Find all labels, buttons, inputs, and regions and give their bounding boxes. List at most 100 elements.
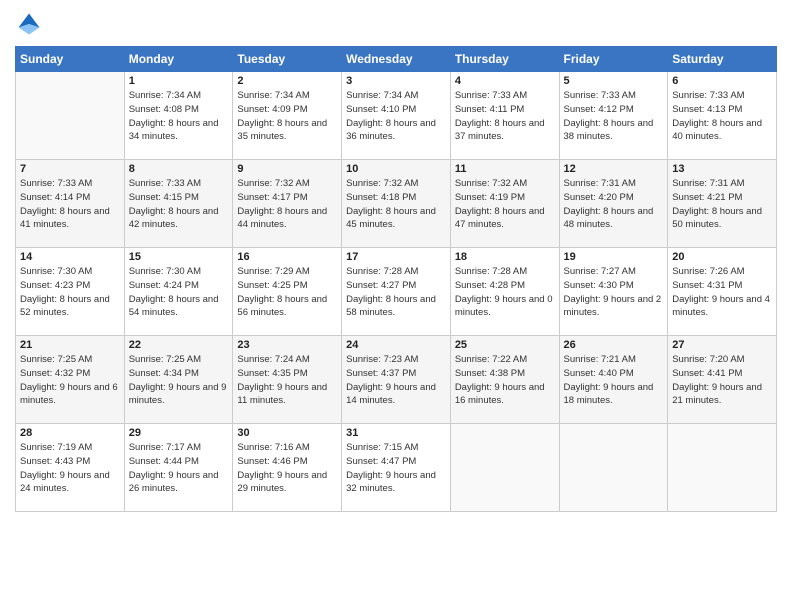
header	[15, 10, 777, 38]
page: SundayMondayTuesdayWednesdayThursdayFrid…	[0, 0, 792, 612]
day-number: 23	[237, 339, 337, 351]
day-number: 31	[346, 427, 446, 439]
cell-content: Sunrise: 7:17 AMSunset: 4:44 PMDaylight:…	[129, 441, 229, 496]
calendar-cell: 10 Sunrise: 7:32 AMSunset: 4:18 PMDayligh…	[342, 160, 451, 248]
day-number: 15	[129, 251, 229, 263]
cell-content: Sunrise: 7:33 AMSunset: 4:15 PMDaylight:…	[129, 177, 229, 232]
day-number: 1	[129, 75, 229, 87]
calendar-cell: 29 Sunrise: 7:17 AMSunset: 4:44 PMDayligh…	[124, 424, 233, 512]
day-number: 11	[455, 163, 555, 175]
calendar-cell: 20Sunrise: 7:26 AMSunset: 4:31 PMDayligh…	[668, 248, 777, 336]
calendar-cell: 30 Sunrise: 7:16 AMSunset: 4:46 PMDayligh…	[233, 424, 342, 512]
cell-content: Sunrise: 7:15 AMSunset: 4:47 PMDaylight:…	[346, 441, 446, 496]
calendar-cell: 22 Sunrise: 7:25 AMSunset: 4:34 PMDayligh…	[124, 336, 233, 424]
cell-content: Sunrise: 7:26 AMSunset: 4:31 PMDaylight:…	[672, 265, 772, 320]
cell-content: Sunrise: 7:28 AMSunset: 4:28 PMDaylight:…	[455, 265, 555, 320]
cell-content: Sunrise: 7:28 AMSunset: 4:27 PMDaylight:…	[346, 265, 446, 320]
logo	[15, 10, 47, 38]
calendar-cell: 19Sunrise: 7:27 AMSunset: 4:30 PMDayligh…	[559, 248, 668, 336]
cell-content: Sunrise: 7:30 AMSunset: 4:23 PMDaylight:…	[20, 265, 120, 320]
day-number: 2	[237, 75, 337, 87]
cell-content: Sunrise: 7:29 AMSunset: 4:25 PMDaylight:…	[237, 265, 337, 320]
day-number: 9	[237, 163, 337, 175]
calendar-cell	[668, 424, 777, 512]
calendar-cell: 9 Sunrise: 7:32 AMSunset: 4:17 PMDaylight…	[233, 160, 342, 248]
weekday-header-friday: Friday	[559, 47, 668, 72]
day-number: 22	[129, 339, 229, 351]
calendar-cell: 31 Sunrise: 7:15 AMSunset: 4:47 PMDayligh…	[342, 424, 451, 512]
calendar-cell: 21Sunrise: 7:25 AMSunset: 4:32 PMDayligh…	[16, 336, 125, 424]
day-number: 3	[346, 75, 446, 87]
calendar-cell: 3 Sunrise: 7:34 AMSunset: 4:10 PMDaylight…	[342, 72, 451, 160]
day-number: 26	[564, 339, 664, 351]
day-number: 17	[346, 251, 446, 263]
calendar-cell: 11Sunrise: 7:32 AMSunset: 4:19 PMDayligh…	[450, 160, 559, 248]
calendar: SundayMondayTuesdayWednesdayThursdayFrid…	[15, 46, 777, 512]
calendar-cell: 14 Sunrise: 7:30 AMSunset: 4:23 PMDayligh…	[16, 248, 125, 336]
cell-content: Sunrise: 7:30 AMSunset: 4:24 PMDaylight:…	[129, 265, 229, 320]
cell-content: Sunrise: 7:31 AMSunset: 4:21 PMDaylight:…	[672, 177, 772, 232]
calendar-cell: 15 Sunrise: 7:30 AMSunset: 4:24 PMDayligh…	[124, 248, 233, 336]
cell-content: Sunrise: 7:34 AMSunset: 4:08 PMDaylight:…	[129, 89, 229, 144]
day-number: 16	[237, 251, 337, 263]
day-number: 25	[455, 339, 555, 351]
calendar-cell: 17 Sunrise: 7:28 AMSunset: 4:27 PMDayligh…	[342, 248, 451, 336]
logo-icon	[15, 10, 43, 38]
cell-content: Sunrise: 7:19 AMSunset: 4:43 PMDaylight:…	[20, 441, 120, 496]
day-number: 18	[455, 251, 555, 263]
cell-content: Sunrise: 7:25 AMSunset: 4:32 PMDaylight:…	[20, 353, 120, 408]
week-row-4: 28Sunrise: 7:19 AMSunset: 4:43 PMDayligh…	[16, 424, 777, 512]
cell-content: Sunrise: 7:32 AMSunset: 4:18 PMDaylight:…	[346, 177, 446, 232]
calendar-cell: 27 Sunrise: 7:20 AMSunset: 4:41 PMDayligh…	[668, 336, 777, 424]
calendar-cell: 8 Sunrise: 7:33 AMSunset: 4:15 PMDaylight…	[124, 160, 233, 248]
cell-content: Sunrise: 7:34 AMSunset: 4:10 PMDaylight:…	[346, 89, 446, 144]
calendar-cell: 25 Sunrise: 7:22 AMSunset: 4:38 PMDayligh…	[450, 336, 559, 424]
cell-content: Sunrise: 7:22 AMSunset: 4:38 PMDaylight:…	[455, 353, 555, 408]
calendar-cell: 18 Sunrise: 7:28 AMSunset: 4:28 PMDayligh…	[450, 248, 559, 336]
calendar-cell	[16, 72, 125, 160]
calendar-cell: 28Sunrise: 7:19 AMSunset: 4:43 PMDayligh…	[16, 424, 125, 512]
week-row-2: 14 Sunrise: 7:30 AMSunset: 4:23 PMDayligh…	[16, 248, 777, 336]
calendar-cell: 7Sunrise: 7:33 AMSunset: 4:14 PMDaylight…	[16, 160, 125, 248]
cell-content: Sunrise: 7:21 AMSunset: 4:40 PMDaylight:…	[564, 353, 664, 408]
calendar-cell: 2 Sunrise: 7:34 AMSunset: 4:09 PMDaylight…	[233, 72, 342, 160]
cell-content: Sunrise: 7:24 AMSunset: 4:35 PMDaylight:…	[237, 353, 337, 408]
week-row-0: 1 Sunrise: 7:34 AMSunset: 4:08 PMDaylight…	[16, 72, 777, 160]
calendar-cell: 1 Sunrise: 7:34 AMSunset: 4:08 PMDaylight…	[124, 72, 233, 160]
cell-content: Sunrise: 7:32 AMSunset: 4:17 PMDaylight:…	[237, 177, 337, 232]
calendar-cell: 4Sunrise: 7:33 AMSunset: 4:11 PMDaylight…	[450, 72, 559, 160]
day-number: 14	[20, 251, 120, 263]
weekday-header-saturday: Saturday	[668, 47, 777, 72]
day-number: 19	[564, 251, 664, 263]
calendar-cell: 16 Sunrise: 7:29 AMSunset: 4:25 PMDayligh…	[233, 248, 342, 336]
day-number: 10	[346, 163, 446, 175]
calendar-cell: 23 Sunrise: 7:24 AMSunset: 4:35 PMDayligh…	[233, 336, 342, 424]
cell-content: Sunrise: 7:23 AMSunset: 4:37 PMDaylight:…	[346, 353, 446, 408]
day-number: 27	[672, 339, 772, 351]
cell-content: Sunrise: 7:25 AMSunset: 4:34 PMDaylight:…	[129, 353, 229, 408]
calendar-cell	[450, 424, 559, 512]
calendar-cell: 13Sunrise: 7:31 AMSunset: 4:21 PMDayligh…	[668, 160, 777, 248]
cell-content: Sunrise: 7:33 AMSunset: 4:14 PMDaylight:…	[20, 177, 120, 232]
day-number: 8	[129, 163, 229, 175]
week-row-1: 7Sunrise: 7:33 AMSunset: 4:14 PMDaylight…	[16, 160, 777, 248]
cell-content: Sunrise: 7:33 AMSunset: 4:13 PMDaylight:…	[672, 89, 772, 144]
calendar-cell: 5 Sunrise: 7:33 AMSunset: 4:12 PMDaylight…	[559, 72, 668, 160]
day-number: 29	[129, 427, 229, 439]
calendar-cell: 26 Sunrise: 7:21 AMSunset: 4:40 PMDayligh…	[559, 336, 668, 424]
cell-content: Sunrise: 7:33 AMSunset: 4:11 PMDaylight:…	[455, 89, 555, 144]
day-number: 24	[346, 339, 446, 351]
cell-content: Sunrise: 7:20 AMSunset: 4:41 PMDaylight:…	[672, 353, 772, 408]
day-number: 5	[564, 75, 664, 87]
calendar-cell	[559, 424, 668, 512]
day-number: 12	[564, 163, 664, 175]
weekday-header-monday: Monday	[124, 47, 233, 72]
day-number: 30	[237, 427, 337, 439]
calendar-cell: 6Sunrise: 7:33 AMSunset: 4:13 PMDaylight…	[668, 72, 777, 160]
cell-content: Sunrise: 7:34 AMSunset: 4:09 PMDaylight:…	[237, 89, 337, 144]
calendar-cell: 12 Sunrise: 7:31 AMSunset: 4:20 PMDayligh…	[559, 160, 668, 248]
cell-content: Sunrise: 7:33 AMSunset: 4:12 PMDaylight:…	[564, 89, 664, 144]
cell-content: Sunrise: 7:31 AMSunset: 4:20 PMDaylight:…	[564, 177, 664, 232]
cell-content: Sunrise: 7:16 AMSunset: 4:46 PMDaylight:…	[237, 441, 337, 496]
calendar-cell: 24 Sunrise: 7:23 AMSunset: 4:37 PMDayligh…	[342, 336, 451, 424]
